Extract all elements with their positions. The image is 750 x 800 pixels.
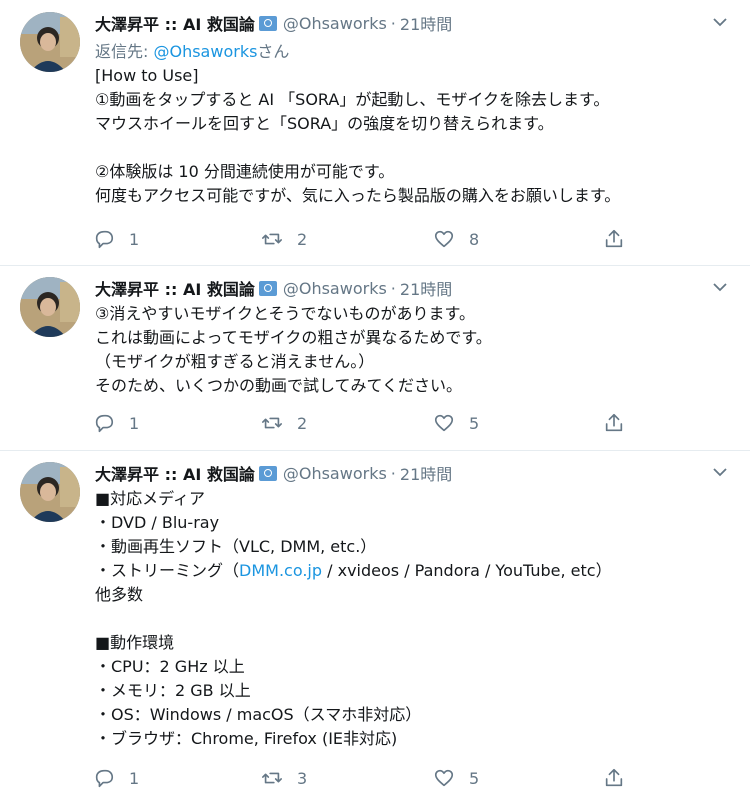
- verified-badge-icon: [258, 15, 277, 31]
- chevron-down-icon[interactable]: [712, 464, 728, 480]
- like-button[interactable]: 5: [433, 409, 479, 437]
- display-name[interactable]: 大澤昇平 :: AI 救国論: [95, 11, 255, 35]
- retweet-count: 2: [297, 229, 308, 249]
- tweet-line: ■対応メディア: [95, 489, 205, 508]
- reply-button[interactable]: 1: [93, 764, 139, 792]
- tweet-line: ・ブラウザ：Chrome, Firefox (IE非対応): [95, 729, 398, 748]
- tweet-line: ■動作環境: [95, 633, 175, 652]
- user-handle[interactable]: @Ohsaworks: [283, 464, 387, 483]
- retweet-icon: [262, 233, 282, 245]
- tweet-text: ③消えやすいモザイクとそうでないものがあります。 これは動画によってモザイクの粗…: [95, 302, 492, 398]
- user-handle[interactable]: @Ohsaworks: [283, 279, 387, 298]
- separator-dot: ·: [390, 13, 396, 33]
- display-name[interactable]: 大澤昇平 :: AI 救国論: [95, 276, 255, 300]
- heart-icon: [434, 414, 454, 432]
- reply-label: 返信先:: [95, 42, 154, 61]
- tweet-line: [95, 136, 620, 160]
- tweet-line: ①動画をタップすると AI 「SORA」が起動し、モザイクを除去します。: [95, 90, 610, 109]
- timestamp[interactable]: 21時間: [400, 11, 452, 35]
- tweet-text: ■対応メディア ・DVD / Blu-ray ・動画再生ソフト（VLC, DMM…: [95, 487, 612, 751]
- reply-button[interactable]: 1: [93, 225, 139, 253]
- tweet-line: ・ストリーミング（DMM.co.jp / xvideos / Pandora /…: [95, 559, 612, 583]
- tweet-header: 大澤昇平 :: AI 救国論 @Ohsaworks · 21時間: [95, 275, 452, 301]
- user-handle[interactable]: @Ohsaworks: [283, 14, 387, 33]
- tweet-header: 大澤昇平 :: AI 救国論 @Ohsaworks · 21時間: [95, 460, 452, 486]
- retweet-count: 3: [297, 768, 308, 788]
- tweet-actions: 1 2 5: [93, 409, 653, 437]
- share-icon: [605, 229, 623, 248]
- tweet-line: [95, 607, 612, 631]
- tweet-line: そのため、いくつかの動画で試してみてください。: [95, 376, 463, 395]
- tweet-line: ③消えやすいモザイクとそうでないものがあります。: [95, 304, 475, 323]
- share-icon: [605, 413, 623, 432]
- tweet-line: ・メモリ：2 GB 以上: [95, 681, 251, 700]
- timestamp[interactable]: 21時間: [400, 276, 452, 300]
- tweet-header: 大澤昇平 :: AI 救国論 @Ohsaworks · 21時間: [95, 10, 452, 36]
- like-count: 5: [469, 768, 480, 788]
- tweet-line: 何度もアクセス可能ですが、気に入ったら製品版の購入をお願いします。: [95, 186, 621, 205]
- retweet-button[interactable]: 2: [261, 225, 307, 253]
- share-button[interactable]: [603, 409, 639, 437]
- tweet-line: 他多数: [95, 585, 144, 604]
- tweet-actions: 1 2 8: [93, 225, 653, 253]
- reply-context: 返信先: @Ohsaworksさん: [95, 40, 620, 64]
- tweet-line: ・DVD / Blu-ray: [95, 513, 220, 532]
- tweet-text: 返信先: @Ohsaworksさん [How to Use] ①動画をタップする…: [95, 40, 620, 208]
- retweet-count: 2: [297, 413, 308, 433]
- reply-count: 1: [129, 768, 140, 788]
- heart-icon: [434, 230, 454, 248]
- share-button[interactable]: [603, 764, 639, 792]
- text-segment: / xvideos / Pandora / YouTube, etc）: [322, 561, 612, 580]
- reply-count: 1: [129, 229, 140, 249]
- text-segment: ・ストリーミング（: [95, 561, 240, 580]
- reply-button[interactable]: 1: [93, 409, 139, 437]
- verified-badge-icon: [258, 465, 277, 481]
- like-count: 8: [469, 229, 480, 249]
- tweet-line: ・OS：Windows / macOS（スマホ非対応）: [95, 705, 422, 724]
- retweet-icon: [262, 417, 282, 429]
- tweet[interactable]: 大澤昇平 :: AI 救国論 @Ohsaworks · 21時間 ■対応メディア…: [0, 450, 750, 800]
- like-button[interactable]: 5: [433, 764, 479, 792]
- tweet-line: マウスホイールを回すと「SORA」の強度を切り替えられます。: [95, 114, 554, 133]
- share-icon: [605, 768, 623, 787]
- timestamp[interactable]: 21時間: [400, 461, 452, 485]
- chevron-down-icon[interactable]: [712, 14, 728, 30]
- retweet-button[interactable]: 3: [261, 764, 307, 792]
- reply-suffix: さん: [257, 42, 290, 61]
- reply-icon: [95, 230, 114, 249]
- like-button[interactable]: 8: [433, 225, 479, 253]
- tweet[interactable]: 大澤昇平 :: AI 救国論 @Ohsaworks · 21時間 返信先: @O…: [0, 0, 750, 266]
- heart-icon: [434, 769, 454, 787]
- avatar[interactable]: [20, 277, 80, 337]
- retweet-icon: [262, 772, 282, 784]
- separator-dot: ·: [390, 463, 396, 483]
- dmm-link[interactable]: DMM.co.jp: [239, 561, 322, 580]
- tweet-line: [How to Use]: [95, 66, 199, 85]
- reply-icon: [95, 769, 114, 788]
- like-count: 5: [469, 413, 480, 433]
- tweet-line: これは動画によってモザイクの粗さが異なるためです。: [95, 328, 492, 347]
- reply-icon: [95, 414, 114, 433]
- avatar[interactable]: [20, 462, 80, 522]
- reply-mention-link[interactable]: @Ohsaworks: [153, 42, 257, 61]
- avatar[interactable]: [20, 12, 80, 72]
- reply-count: 1: [129, 413, 140, 433]
- share-button[interactable]: [603, 225, 639, 253]
- retweet-button[interactable]: 2: [261, 409, 307, 437]
- tweet-line: ②体験版は 10 分間連続使用が可能です。: [95, 162, 395, 181]
- tweet-actions: 1 3 5: [93, 764, 653, 792]
- tweet-line: （モザイクが粗すぎると消えません。）: [95, 352, 375, 371]
- separator-dot: ·: [390, 278, 396, 298]
- chevron-down-icon[interactable]: [712, 279, 728, 295]
- verified-badge-icon: [258, 280, 277, 296]
- display-name[interactable]: 大澤昇平 :: AI 救国論: [95, 461, 255, 485]
- tweet[interactable]: 大澤昇平 :: AI 救国論 @Ohsaworks · 21時間 ③消えやすいモ…: [0, 265, 750, 451]
- tweet-line: ・動画再生ソフト（VLC, DMM, etc.）: [95, 537, 377, 556]
- tweet-line: ・CPU：2 GHz 以上: [95, 657, 245, 676]
